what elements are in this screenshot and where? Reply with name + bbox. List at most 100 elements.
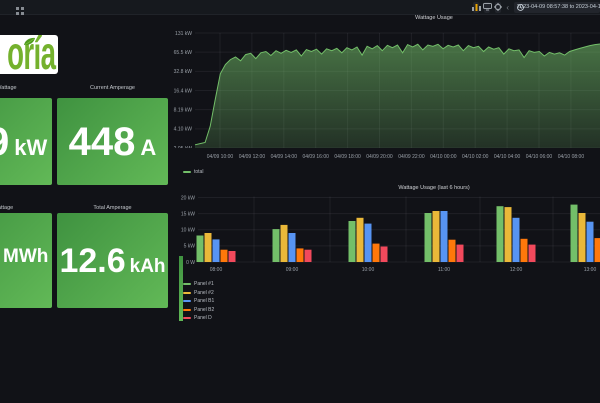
bar-panel-b1 [441,211,448,262]
barchart-legend: Panel #1 Panel #2Panel B1Panel B2 Panel D [183,280,214,323]
bar-panel-1 [497,206,504,262]
bar-panel-b2 [595,238,600,262]
stat-unit: MWh [3,247,48,266]
x-axis-label: 04/09 12:00 [239,154,266,160]
x-axis-label: 04/09 22:00 [398,154,425,160]
clock-icon [517,4,524,11]
x-axis-label: 04/09 16:00 [302,154,329,160]
stat-value: 9 kW [0,122,47,162]
x-axis-label: 04/10 08:00 [558,154,585,160]
bar-panel-b2 [373,244,380,262]
y-axis-label: 32.8 kW [174,69,193,75]
stat-number: 448 [69,122,136,162]
legend-label: Panel D [194,315,212,321]
stat-title-current-amperage[interactable]: Current Amperage [57,85,168,91]
stat-title-total-wattage[interactable]: Total Wattage [0,205,52,211]
stat-panel-total-wattage: MWh [0,213,52,308]
x-axis-label: 13:00 [584,267,597,273]
y-axis-label: 16.4 kW [174,88,193,94]
tv-mode-button[interactable] [484,2,490,13]
x-axis-label: 09:00 [286,267,299,273]
legend-color [183,171,191,173]
timeseries-panel-title[interactable]: Wattage Usage [172,15,600,21]
top-nav-bar: ‹ 2023-04-09 08:57:38 to 2023-04-10 [0,0,600,15]
logo-panel: oría [0,35,58,74]
stat-unit: A [140,137,156,159]
legend-item[interactable]: Panel #2 [183,289,214,298]
bar-panel-b1 [213,239,220,262]
insights-button[interactable] [473,2,479,13]
y-axis-label: 5 kW [184,244,196,250]
bar-panel-b2 [297,248,304,262]
time-range-label: 2023-04-09 08:57:38 to 2023-04-10 [517,4,600,10]
y-axis-label: 10 kW [181,228,195,234]
x-axis-label: 10:00 [362,267,375,273]
legend-label: Panel #2 [194,290,214,296]
bar-panel-2 [433,211,440,262]
bar-panel-1 [197,236,204,263]
bar-panel-d [457,245,464,262]
bar-panel-d [381,247,388,263]
bar-panel-b2 [221,250,228,262]
stat-value: 448 A [69,122,157,162]
chevron-left-icon[interactable]: ‹ [506,2,509,13]
x-axis-label: 04/09 10:00 [207,154,234,160]
stat-unit: kAh [130,257,166,276]
x-axis-label: 12:00 [510,267,523,273]
stat-number: 12.6 [59,244,125,278]
y-axis-label: 20 kW [181,195,195,201]
y-axis-label: 0 W [186,260,195,266]
bar-panel-2 [205,233,212,262]
bar-panel-d [529,245,536,262]
dashboard-settings-button[interactable] [495,2,501,13]
legend-label: Panel B2 [194,307,214,313]
bar-panel-b1 [513,218,520,262]
stat-panel-current-wattage: 9 kW [0,98,52,185]
legend-item[interactable]: Panel D [183,314,214,323]
insights-icon [472,4,481,11]
timeseries-legend: total [183,168,203,177]
bar-panel-b1 [289,233,296,262]
bar-panel-b2 [521,239,528,262]
series-area [195,44,600,148]
bar-panel-1 [425,213,432,262]
legend-item[interactable]: Panel B1 [183,297,214,306]
leaf-icon [23,37,36,46]
bar-panel-2 [281,225,288,262]
tv-icon [483,3,492,11]
legend-label: Panel #1 [194,281,214,287]
bar-panel-b1 [365,224,372,262]
x-axis-label: 04/10 06:00 [526,154,553,160]
legend-color [183,317,191,319]
legend-item[interactable]: Panel B2 [183,306,214,315]
legend-color [183,300,191,302]
x-axis-label: 04/09 18:00 [334,154,361,160]
stat-panel-total-amperage: 12.6 kAh [57,213,168,308]
y-axis-label: 131 kW [175,31,192,37]
bar-panel-2 [357,218,364,262]
x-axis-label: 08:00 [210,267,223,273]
x-axis-label: 11:00 [438,267,450,273]
dashboard-controls: ‹ 2023-04-09 08:57:38 to 2023-04-10 [473,0,600,15]
legend-item[interactable]: total [183,168,203,177]
stat-value: MWh [3,247,48,266]
bar-panel-1 [571,205,578,262]
bar-panel-2 [579,213,586,262]
timeseries-plot[interactable]: 131 kW65.5 kW32.8 kW16.4 kW8.19 kW4.10 k… [172,26,600,148]
x-axis-label: 04/10 00:00 [430,154,457,160]
stat-title-current-wattage[interactable]: Current Wattage [0,85,52,91]
bar-panel-2 [505,207,512,262]
barchart-plot[interactable]: 20 kW 15 kW 10 kW 5 kW 0 W 08:00 09:00 10:00 11:… [172,193,600,275]
y-axis-label: 8.19 kW [174,107,193,113]
time-range-picker[interactable]: 2023-04-09 08:57:38 to 2023-04-10 [514,2,600,13]
grafana-dashboard: ‹ 2023-04-09 08:57:38 to 2023-04-10 oría… [0,0,600,403]
legend-item[interactable]: Panel #1 [183,280,214,289]
y-axis-label: 15 kW [181,211,195,217]
x-axis-label: 04/09 20:00 [366,154,393,160]
stat-title-total-amperage[interactable]: Total Amperage [57,205,168,211]
x-axis-label: 04/10 02:00 [462,154,489,160]
legend-color [183,309,191,311]
legend-label: total [194,169,203,175]
stat-unit: kW [14,137,47,159]
barchart-panel-title[interactable]: Wattage Usage (last 6 hours) [172,185,600,191]
